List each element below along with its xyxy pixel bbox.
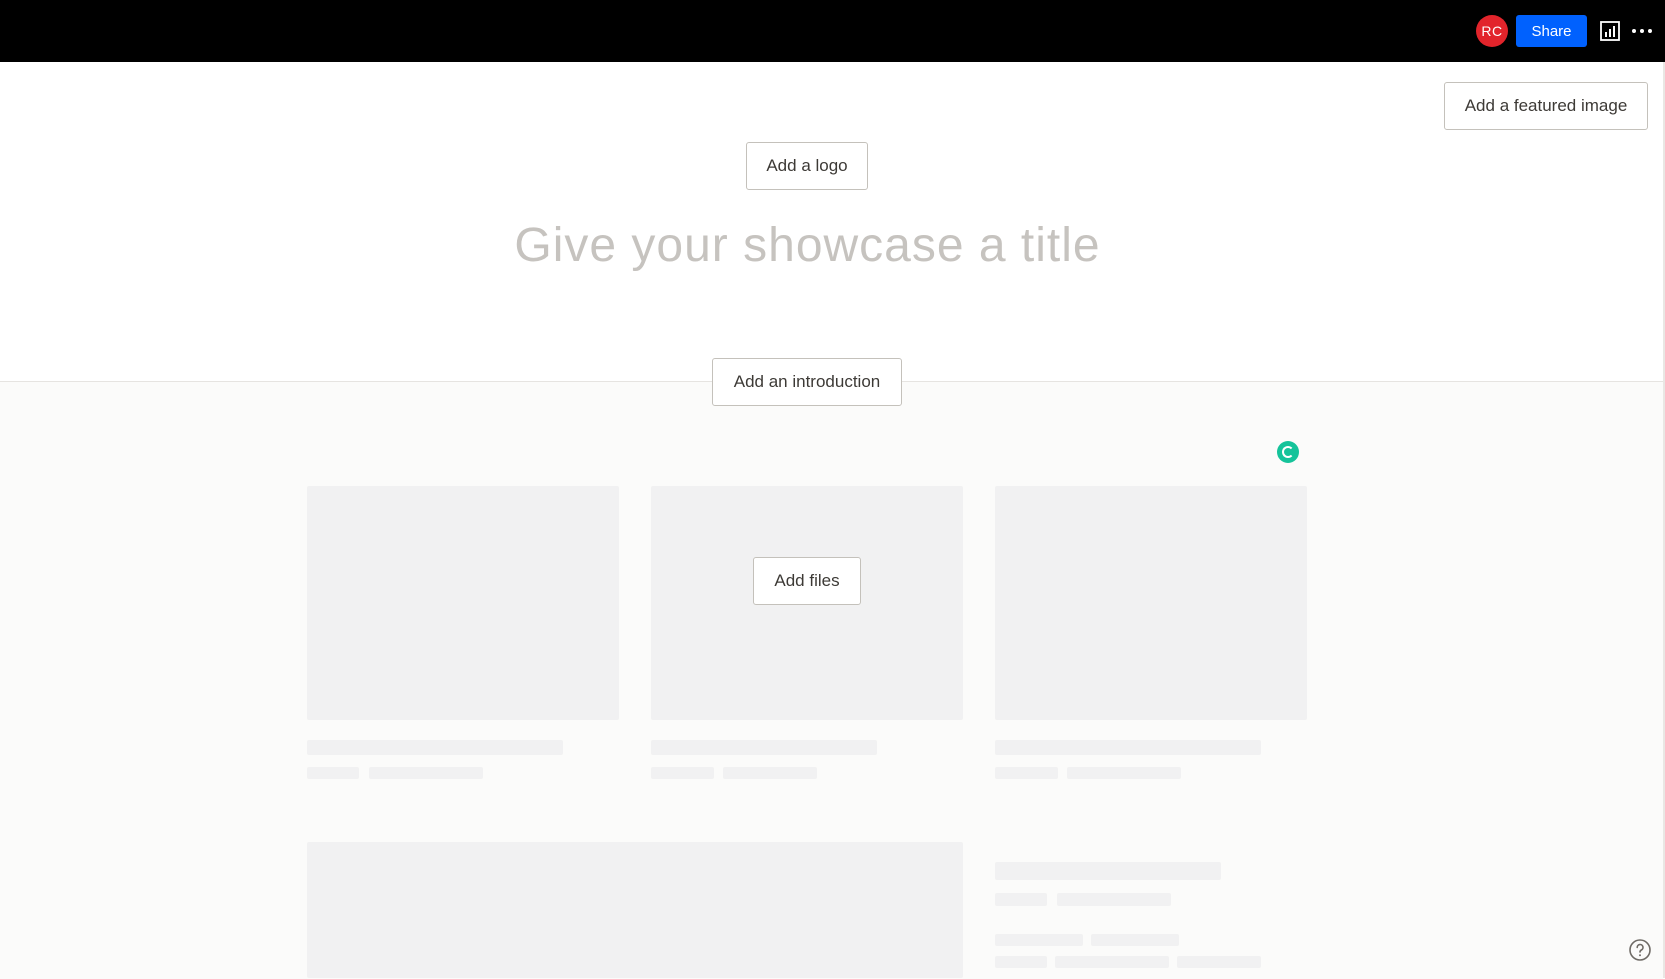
skeleton-line <box>995 934 1083 946</box>
skeleton-line <box>995 862 1221 880</box>
skeleton-line <box>1067 767 1181 779</box>
skeleton-line <box>995 956 1047 968</box>
file-card-placeholder <box>307 842 963 978</box>
more-options-icon[interactable] <box>1630 21 1654 41</box>
skeleton-line <box>1055 956 1169 968</box>
showcase-title-input[interactable]: Give your showcase a title <box>0 218 1615 273</box>
add-introduction-button[interactable]: Add an introduction <box>712 358 902 406</box>
file-card-placeholder <box>995 486 1307 720</box>
share-button[interactable]: Share <box>1516 15 1587 47</box>
skeleton-line <box>651 767 714 779</box>
add-logo-button[interactable]: Add a logo <box>746 142 868 190</box>
skeleton-line <box>995 893 1047 906</box>
user-avatar[interactable]: RC <box>1476 15 1508 47</box>
skeleton-line <box>1177 956 1261 968</box>
skeleton-line <box>995 740 1261 755</box>
skeleton-line <box>307 740 563 755</box>
top-bar: RC Share <box>0 0 1665 62</box>
add-files-button[interactable]: Add files <box>753 557 861 605</box>
skeleton-line <box>1091 934 1179 946</box>
skeleton-line <box>307 767 359 779</box>
skeleton-line <box>369 767 483 779</box>
grammarly-icon[interactable] <box>1277 441 1299 463</box>
skeleton-line <box>995 767 1058 779</box>
skeleton-line <box>723 767 817 779</box>
stats-icon[interactable] <box>1599 21 1621 41</box>
skeleton-line <box>651 740 877 755</box>
help-icon[interactable] <box>1628 938 1652 962</box>
skeleton-line <box>1057 893 1171 906</box>
add-featured-image-button[interactable]: Add a featured image <box>1444 82 1648 130</box>
file-card-placeholder <box>307 486 619 720</box>
